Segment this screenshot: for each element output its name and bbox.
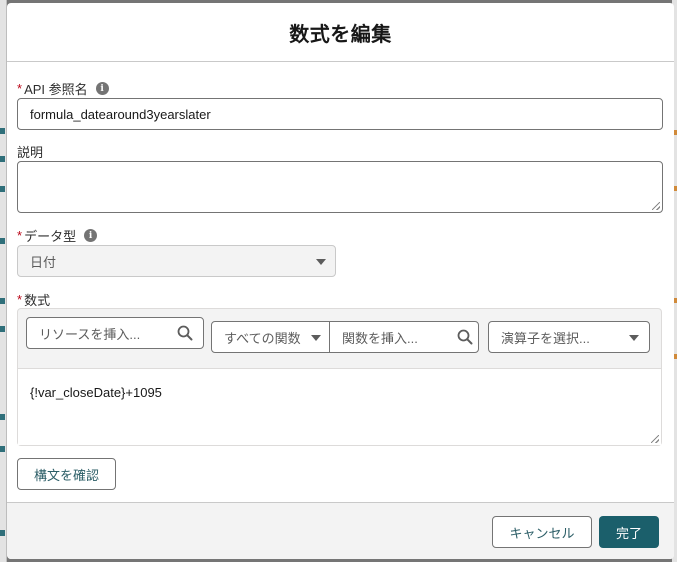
background-fragment xyxy=(0,186,5,192)
modal-header: 数式を編集 xyxy=(7,3,674,62)
background-page-left xyxy=(0,0,7,562)
background-fragment xyxy=(0,298,5,304)
api-name-input[interactable]: formula_datearound3yearslater xyxy=(17,98,663,130)
background-fragment xyxy=(0,530,5,536)
resize-grip-icon[interactable] xyxy=(651,435,659,443)
background-fragment xyxy=(0,414,5,420)
info-icon[interactable]: i xyxy=(84,229,98,242)
operator-select[interactable]: 演算子を選択... xyxy=(488,321,650,353)
cancel-button[interactable]: キャンセル xyxy=(492,516,592,548)
function-search-placeholder: 関数を挿入... xyxy=(342,330,418,346)
description-label-text: 説明 xyxy=(17,145,44,160)
done-button[interactable]: 完了 xyxy=(599,516,659,548)
data-type-select: 日付 xyxy=(17,245,336,277)
search-icon xyxy=(177,325,193,341)
check-syntax-button[interactable]: 構文を確認 xyxy=(17,458,116,490)
resource-search-placeholder: リソースを挿入... xyxy=(39,326,141,342)
operator-placeholder: 演算子を選択... xyxy=(501,330,590,346)
info-icon[interactable]: i xyxy=(95,82,109,95)
function-category-select[interactable]: すべての関数 xyxy=(211,321,330,353)
formula-editor-box: リソースを挿入... すべての関数 関数を挿入... 演算子を選択... {!v xyxy=(17,308,662,446)
background-fragment xyxy=(0,238,5,244)
formula-expression: {!var_closeDate}+1095 xyxy=(30,385,162,400)
api-name-label-text: API 参照名 xyxy=(24,82,88,97)
edit-formula-modal: 数式を編集 * API 参照名 i formula_datearound3yea… xyxy=(7,3,674,559)
search-icon xyxy=(457,329,473,345)
background-fragment xyxy=(0,446,5,452)
background-fragment xyxy=(0,128,5,134)
background-fragment xyxy=(0,326,5,332)
description-label: 説明 xyxy=(17,142,43,161)
api-name-value: formula_datearound3yearslater xyxy=(30,106,211,122)
data-type-label: * データ型 i xyxy=(17,226,98,245)
data-type-selected: 日付 xyxy=(30,254,57,270)
data-type-label-text: データ型 xyxy=(24,229,77,244)
chevron-down-icon xyxy=(311,335,321,341)
function-search-input[interactable]: 関数を挿入... xyxy=(329,321,479,353)
formula-label-text: 数式 xyxy=(24,293,51,308)
resize-grip-icon[interactable] xyxy=(652,202,660,210)
modal-footer: キャンセル 完了 xyxy=(7,502,674,559)
description-textarea[interactable] xyxy=(17,161,663,213)
required-mark: * xyxy=(17,292,23,307)
chevron-down-icon xyxy=(629,335,639,341)
background-fragment xyxy=(0,156,5,162)
required-mark: * xyxy=(17,228,23,243)
formula-textarea[interactable]: {!var_closeDate}+1095 xyxy=(18,368,661,445)
chevron-down-icon xyxy=(316,259,326,265)
modal-title: 数式を編集 xyxy=(289,23,392,46)
function-category-value: すべての関数 xyxy=(224,330,301,346)
formula-label: * 数式 xyxy=(17,290,50,309)
required-mark: * xyxy=(17,81,23,96)
api-name-label: * API 参照名 i xyxy=(17,79,109,98)
resource-search-input[interactable]: リソースを挿入... xyxy=(26,317,204,349)
